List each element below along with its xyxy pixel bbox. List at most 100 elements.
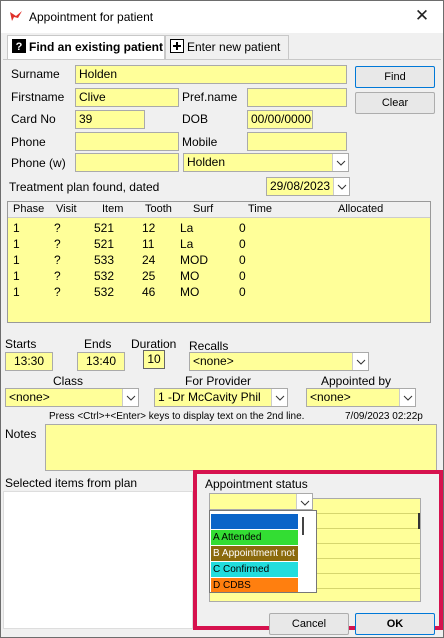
recalls-combo[interactable]: <none> (189, 352, 369, 371)
grid-header: Phase Visit Item Tooth Surf Time Allocat… (8, 202, 430, 218)
close-button[interactable]: ✕ (409, 5, 435, 27)
recalls-label: Recalls (189, 339, 229, 353)
table-cell: 533 (94, 253, 115, 267)
grid-header-cell: Tooth (145, 203, 172, 215)
surname-field[interactable]: Holden (75, 65, 347, 84)
status-option[interactable]: B Appointment not (211, 546, 298, 561)
phone-label: Phone (11, 135, 46, 149)
table-row[interactable]: 1? 532 25 MO 0 (8, 268, 430, 284)
duration-field[interactable]: 10 (143, 350, 165, 369)
table-cell: 1 (13, 269, 20, 283)
treatment-date-combo[interactable]: 29/08/2023 (266, 177, 350, 196)
cardno-field[interactable]: 39 (75, 110, 145, 129)
prefname-field[interactable] (247, 88, 347, 107)
tab-enter-new[interactable]: Enter new patient (165, 35, 289, 59)
ok-button[interactable]: OK (355, 613, 435, 635)
treatment-plan-label: Treatment plan found, dated (9, 180, 160, 194)
class-combo[interactable]: <none> (5, 388, 139, 407)
dob-label: DOB (182, 112, 209, 126)
table-cell: 24 (142, 253, 156, 267)
selected-items-list[interactable] (3, 491, 193, 629)
chevron-down-icon[interactable] (296, 494, 312, 509)
find-button[interactable]: Find (355, 66, 435, 88)
firstname-field[interactable]: Clive (75, 88, 179, 107)
table-row[interactable]: 1? 533 24 MOD 0 (8, 252, 430, 268)
table-cell: 532 (94, 285, 115, 299)
status-option[interactable]: D CDBS (211, 578, 298, 592)
status-combo[interactable] (209, 493, 313, 510)
patient-search-combo-value: Holden (187, 155, 226, 169)
appointed-by-combo[interactable]: <none> (306, 388, 416, 407)
notes-label: Notes (5, 427, 37, 441)
status-option[interactable] (211, 514, 298, 529)
table-cell: MO (180, 269, 200, 283)
phonew-label: Phone (w) (11, 156, 66, 170)
mobile-label: Mobile (182, 135, 218, 149)
grid-header-cell: Allocated (338, 203, 384, 215)
phone-field[interactable] (75, 132, 179, 151)
table-cell: 0 (239, 221, 246, 235)
dropdown-scrollbar-thumb[interactable] (302, 517, 304, 535)
grid-header-cell: Time (248, 203, 273, 215)
table-row[interactable]: 1? 521 12 La 0 (8, 220, 430, 236)
ends-field[interactable]: 13:40 (77, 352, 125, 371)
table-cell: 1 (13, 221, 20, 235)
mobile-field[interactable] (247, 132, 347, 151)
chevron-down-icon[interactable] (333, 178, 349, 195)
status-list-scrollbar[interactable] (418, 513, 420, 529)
recalls-value: <none> (193, 354, 234, 368)
table-cell: 12 (142, 221, 156, 235)
chevron-down-icon[interactable] (332, 154, 348, 171)
table-cell: 0 (239, 237, 246, 251)
table-cell: 0 (239, 269, 246, 283)
prefname-label: Pref.name (182, 90, 238, 104)
status-option[interactable]: C Confirmed (211, 562, 298, 577)
chevron-down-icon[interactable] (352, 353, 368, 370)
dob-field[interactable]: 00/00/0000 (247, 110, 313, 129)
table-cell: 11 (142, 237, 155, 251)
status-dropdown: A Attended B Appointment not C Confirmed D … (209, 510, 317, 593)
app-logo-icon (10, 11, 22, 21)
status-option[interactable]: A Attended (211, 530, 298, 545)
table-cell: 532 (94, 269, 115, 283)
treatment-date-value: 29/08/2023 (270, 179, 331, 193)
table-cell: 521 (94, 221, 115, 235)
starts-field[interactable]: 13:30 (5, 352, 53, 371)
tab-find-existing[interactable]: ? Find an existing patient (7, 35, 165, 59)
table-cell: 1 (13, 285, 20, 299)
chevron-down-icon[interactable] (122, 389, 138, 406)
appointment-window: Appointment for patient ✕ ? Find an exist… (0, 0, 444, 638)
table-cell: ? (54, 237, 61, 251)
title-bar: Appointment for patient ✕ (1, 1, 443, 33)
grid-header-cell: Surf (193, 203, 214, 215)
patient-search-combo[interactable]: Holden (183, 153, 349, 172)
surname-label: Surname (11, 67, 60, 81)
table-cell: 25 (142, 269, 156, 283)
firstname-label: Firstname (11, 90, 65, 104)
chevron-down-icon[interactable] (271, 389, 287, 406)
table-cell: ? (54, 285, 61, 299)
table-cell: 46 (142, 285, 156, 299)
provider-label: For Provider (185, 374, 252, 388)
table-row[interactable]: 1? 521 11 La 0 (8, 236, 430, 252)
grid-header-cell: Visit (56, 203, 77, 215)
appointed-by-label: Appointed by (321, 374, 392, 388)
appointment-timestamp: 7/09/2023 02:22p (345, 411, 423, 422)
class-value: <none> (9, 390, 50, 404)
notes-field[interactable] (45, 424, 437, 471)
clear-button[interactable]: Clear (355, 92, 435, 114)
provider-value: 1 -Dr McCavity Phil (158, 390, 261, 404)
table-row[interactable]: 1? 532 46 MO 0 (8, 284, 430, 300)
new-document-icon (170, 39, 184, 53)
ends-label: Ends (84, 337, 112, 351)
treatment-grid[interactable]: Phase Visit Item Tooth Surf Time Allocat… (7, 201, 431, 323)
question-icon: ? (12, 39, 26, 53)
grid-header-cell: Item (102, 203, 124, 215)
chevron-down-icon[interactable] (399, 389, 415, 406)
table-cell: ? (54, 221, 61, 235)
cardno-label: Card No (11, 112, 56, 126)
cancel-button[interactable]: Cancel (269, 613, 349, 635)
selected-items-label: Selected items from plan (5, 476, 138, 490)
phonew-field[interactable] (75, 153, 179, 172)
provider-combo[interactable]: 1 -Dr McCavity Phil (154, 388, 288, 407)
